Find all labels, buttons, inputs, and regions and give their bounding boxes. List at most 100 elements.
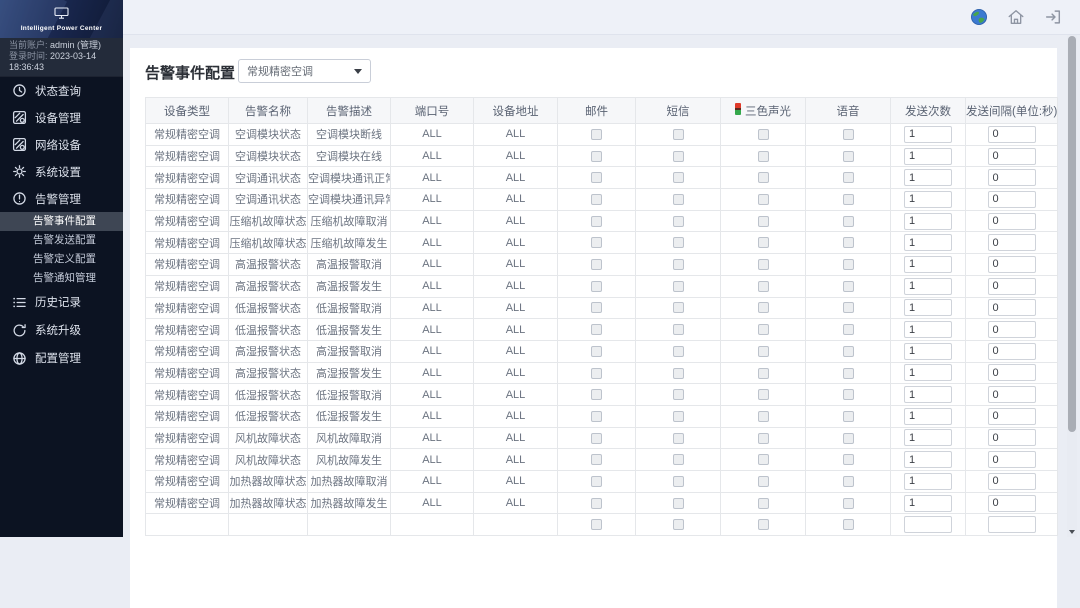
send_count-input[interactable] — [904, 299, 952, 316]
sms-checkbox[interactable] — [673, 498, 684, 509]
light-checkbox[interactable] — [758, 281, 769, 292]
sms-checkbox[interactable] — [673, 302, 684, 313]
send_interval-input[interactable] — [988, 386, 1036, 403]
sidebar-subitem[interactable]: 告警事件配置 — [0, 212, 123, 231]
send_count-input[interactable] — [904, 495, 952, 512]
email-checkbox[interactable] — [591, 519, 602, 530]
voice-checkbox[interactable] — [843, 433, 854, 444]
voice-checkbox[interactable] — [843, 519, 854, 530]
send_interval-input[interactable] — [988, 473, 1036, 490]
sidebar-subitem[interactable]: 告警发送配置 — [0, 231, 123, 250]
sms-checkbox[interactable] — [673, 389, 684, 400]
send_interval-input[interactable] — [988, 516, 1036, 533]
device-type-select[interactable]: 常规精密空调 — [238, 59, 371, 83]
send_count-input[interactable] — [904, 169, 952, 186]
voice-checkbox[interactable] — [843, 476, 854, 487]
voice-checkbox[interactable] — [843, 151, 854, 162]
scrollbar-down-arrow-icon[interactable] — [1069, 530, 1075, 534]
send_count-input[interactable] — [904, 343, 952, 360]
light-checkbox[interactable] — [758, 324, 769, 335]
voice-checkbox[interactable] — [843, 346, 854, 357]
light-checkbox[interactable] — [758, 476, 769, 487]
sms-checkbox[interactable] — [673, 346, 684, 357]
voice-checkbox[interactable] — [843, 389, 854, 400]
light-checkbox[interactable] — [758, 194, 769, 205]
email-checkbox[interactable] — [591, 476, 602, 487]
send_interval-input[interactable] — [988, 343, 1036, 360]
sms-checkbox[interactable] — [673, 259, 684, 270]
sms-checkbox[interactable] — [673, 368, 684, 379]
sms-checkbox[interactable] — [673, 476, 684, 487]
sidebar-item-3[interactable]: 系统设置 — [0, 158, 123, 185]
sms-checkbox[interactable] — [673, 172, 684, 183]
sms-checkbox[interactable] — [673, 324, 684, 335]
light-checkbox[interactable] — [758, 302, 769, 313]
send_count-input[interactable] — [904, 126, 952, 143]
light-checkbox[interactable] — [758, 259, 769, 270]
voice-checkbox[interactable] — [843, 194, 854, 205]
sidebar-item-2[interactable]: 网络设备 — [0, 131, 123, 158]
light-checkbox[interactable] — [758, 151, 769, 162]
light-checkbox[interactable] — [758, 389, 769, 400]
email-checkbox[interactable] — [591, 302, 602, 313]
email-checkbox[interactable] — [591, 433, 602, 444]
email-checkbox[interactable] — [591, 454, 602, 465]
voice-checkbox[interactable] — [843, 324, 854, 335]
email-checkbox[interactable] — [591, 281, 602, 292]
send_count-input[interactable] — [904, 429, 952, 446]
send_count-input[interactable] — [904, 191, 952, 208]
light-checkbox[interactable] — [758, 172, 769, 183]
light-checkbox[interactable] — [758, 498, 769, 509]
send_interval-input[interactable] — [988, 451, 1036, 468]
send_count-input[interactable] — [904, 278, 952, 295]
sidebar-item-1[interactable]: 设备管理 — [0, 104, 123, 131]
send_count-input[interactable] — [904, 234, 952, 251]
send_interval-input[interactable] — [988, 299, 1036, 316]
sms-checkbox[interactable] — [673, 454, 684, 465]
send_interval-input[interactable] — [988, 191, 1036, 208]
voice-checkbox[interactable] — [843, 302, 854, 313]
home-icon[interactable] — [1007, 8, 1025, 26]
voice-checkbox[interactable] — [843, 216, 854, 227]
voice-checkbox[interactable] — [843, 172, 854, 183]
email-checkbox[interactable] — [591, 324, 602, 335]
send_count-input[interactable] — [904, 473, 952, 490]
voice-checkbox[interactable] — [843, 498, 854, 509]
email-checkbox[interactable] — [591, 237, 602, 248]
light-checkbox[interactable] — [758, 519, 769, 530]
light-checkbox[interactable] — [758, 411, 769, 422]
email-checkbox[interactable] — [591, 411, 602, 422]
light-checkbox[interactable] — [758, 433, 769, 444]
email-checkbox[interactable] — [591, 151, 602, 162]
send_interval-input[interactable] — [988, 321, 1036, 338]
light-checkbox[interactable] — [758, 454, 769, 465]
send_count-input[interactable] — [904, 321, 952, 338]
sms-checkbox[interactable] — [673, 281, 684, 292]
sms-checkbox[interactable] — [673, 151, 684, 162]
light-checkbox[interactable] — [758, 129, 769, 140]
sidebar-item-4[interactable]: 告警管理 — [0, 185, 123, 212]
sidebar-subitem[interactable]: 告警通知管理 — [0, 269, 123, 288]
send_interval-input[interactable] — [988, 126, 1036, 143]
send_interval-input[interactable] — [988, 408, 1036, 425]
send_interval-input[interactable] — [988, 278, 1036, 295]
voice-checkbox[interactable] — [843, 259, 854, 270]
light-checkbox[interactable] — [758, 368, 769, 379]
sms-checkbox[interactable] — [673, 216, 684, 227]
send_count-input[interactable] — [904, 213, 952, 230]
send_count-input[interactable] — [904, 408, 952, 425]
light-checkbox[interactable] — [758, 216, 769, 227]
voice-checkbox[interactable] — [843, 368, 854, 379]
email-checkbox[interactable] — [591, 172, 602, 183]
email-checkbox[interactable] — [591, 216, 602, 227]
voice-checkbox[interactable] — [843, 411, 854, 422]
sms-checkbox[interactable] — [673, 411, 684, 422]
email-checkbox[interactable] — [591, 259, 602, 270]
sms-checkbox[interactable] — [673, 194, 684, 205]
sms-checkbox[interactable] — [673, 433, 684, 444]
globe-icon[interactable] — [970, 8, 988, 26]
voice-checkbox[interactable] — [843, 129, 854, 140]
voice-checkbox[interactable] — [843, 237, 854, 248]
send_count-input[interactable] — [904, 364, 952, 381]
send_count-input[interactable] — [904, 256, 952, 273]
